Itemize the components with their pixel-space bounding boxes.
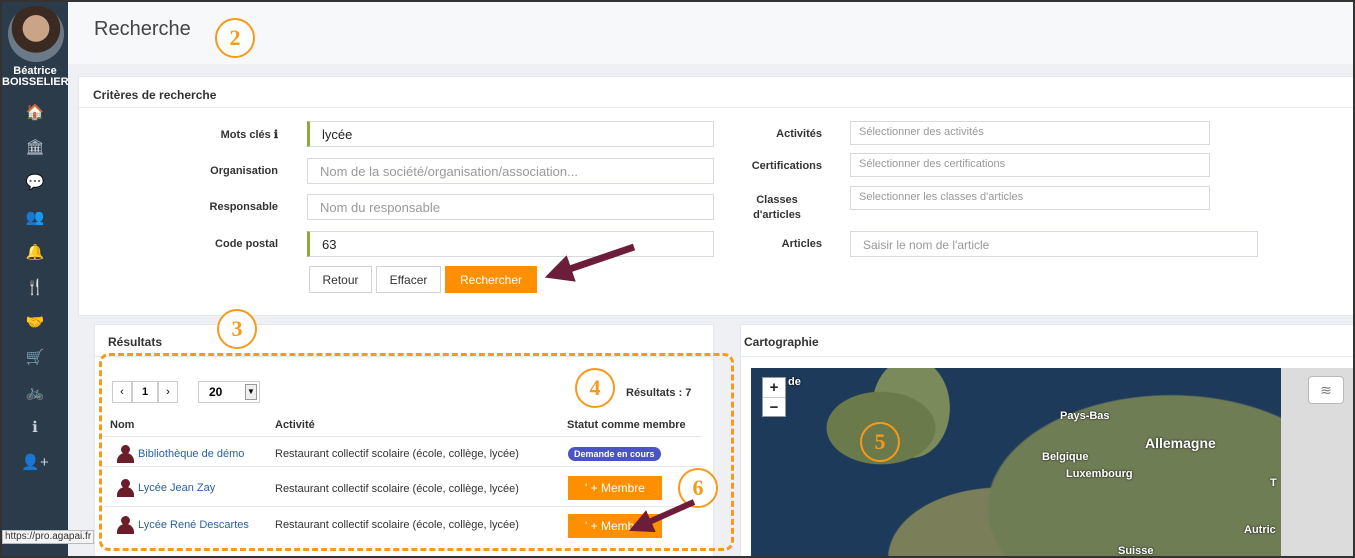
home-icon[interactable]: 🏠	[2, 94, 68, 129]
users-icon[interactable]: 👥	[2, 199, 68, 234]
responsable-input[interactable]: Nom du responsable	[307, 194, 714, 220]
map-label: Luxembourg	[1066, 468, 1133, 480]
keywords-input[interactable]: lycée	[307, 121, 714, 147]
info-icon[interactable]: ℹ	[274, 129, 278, 141]
sidebar-nav: 🏠 🏛 💬 👥 🔔 🍴 🤝 🛒 🚲 ℹ 👤+	[2, 94, 68, 479]
responsable-label: Responsable	[209, 201, 278, 213]
results-title: Résultats	[108, 335, 163, 349]
status-bar-url: https://pro.agapai.fr	[2, 530, 95, 544]
map-label: Belgique	[1042, 451, 1089, 463]
classes-label: Classes d'articles	[732, 193, 822, 223]
map-label: Pays-Bas	[1060, 410, 1110, 422]
cart-icon[interactable]: 🛒	[2, 339, 68, 374]
activities-select[interactable]: Sélectionner des activités	[850, 121, 1210, 145]
sidebar: Béatrice BOISSELIER 🏠 🏛 💬 👥 🔔 🍴 🤝 🛒 🚲 ℹ …	[2, 2, 68, 556]
articles-label: Articles	[781, 238, 822, 250]
certifications-select[interactable]: Sélectionner des certifications	[850, 153, 1210, 177]
bell-icon[interactable]: 🔔	[2, 234, 68, 269]
map-title: Cartographie	[744, 335, 819, 349]
cutlery-icon[interactable]: 🍴	[2, 269, 68, 304]
organisation-label: Organisation	[210, 165, 278, 177]
certifications-label: Certifications	[751, 160, 822, 172]
organisation-input[interactable]: Nom de la société/organisation/associati…	[307, 158, 714, 184]
annotation-marker: 3	[217, 309, 257, 349]
keywords-label-text: Mots clés	[220, 129, 271, 141]
institution-icon[interactable]: 🏛	[2, 129, 68, 164]
map-label: Suisse	[1118, 545, 1154, 557]
postal-code-input[interactable]: 63	[307, 231, 714, 257]
annotation-marker: 2	[215, 18, 255, 58]
info-icon[interactable]: ℹ	[2, 409, 68, 444]
map-label: Autric	[1244, 524, 1276, 536]
criteria-title: Critères de recherche	[93, 88, 217, 102]
add-user-icon[interactable]: 👤+	[2, 444, 68, 479]
annotation-marker: 5	[860, 422, 900, 462]
map-label: de	[788, 376, 801, 388]
map-label: T	[1270, 477, 1277, 489]
classes-select[interactable]: Selectionner les classes d'articles	[850, 186, 1210, 210]
page-title: Recherche	[94, 18, 191, 40]
annotation-marker: 4	[575, 368, 615, 408]
annotation-marker: 6	[678, 468, 718, 508]
comments-icon[interactable]: 💬	[2, 164, 68, 199]
clear-button[interactable]: Effacer	[376, 266, 441, 293]
classes-label-line1: Classes	[756, 194, 798, 206]
postal-code-label: Code postal	[215, 238, 278, 250]
map-label: Allemagne	[1145, 435, 1216, 451]
back-button[interactable]: Retour	[309, 266, 372, 293]
divider	[741, 356, 1353, 357]
divider	[79, 107, 1353, 108]
activities-label: Activités	[776, 128, 822, 140]
page-header: Recherche	[68, 2, 1353, 64]
zoom-out-button[interactable]: −	[763, 397, 785, 416]
results-highlight-box	[99, 353, 734, 551]
classes-label-line2: d'articles	[753, 209, 801, 221]
app-window: Béatrice BOISSELIER 🏠 🏛 💬 👥 🔔 🍴 🤝 🛒 🚲 ℹ …	[0, 0, 1355, 558]
avatar[interactable]	[8, 6, 64, 62]
user-name: Béatrice BOISSELIER	[2, 66, 68, 88]
search-button[interactable]: Rechercher	[445, 266, 537, 293]
map-view[interactable]	[751, 368, 1281, 556]
bicycle-icon[interactable]: 🚲	[2, 374, 68, 409]
zoom-control: + −	[762, 377, 786, 417]
articles-input[interactable]: Saisir le nom de l'article	[850, 231, 1258, 257]
handshake-icon[interactable]: 🤝	[2, 304, 68, 339]
zoom-in-button[interactable]: +	[763, 378, 785, 397]
keywords-label: Mots clés ℹ	[152, 128, 278, 141]
layers-icon[interactable]: ≋	[1308, 376, 1344, 404]
user-last-name: BOISSELIER	[2, 76, 68, 88]
